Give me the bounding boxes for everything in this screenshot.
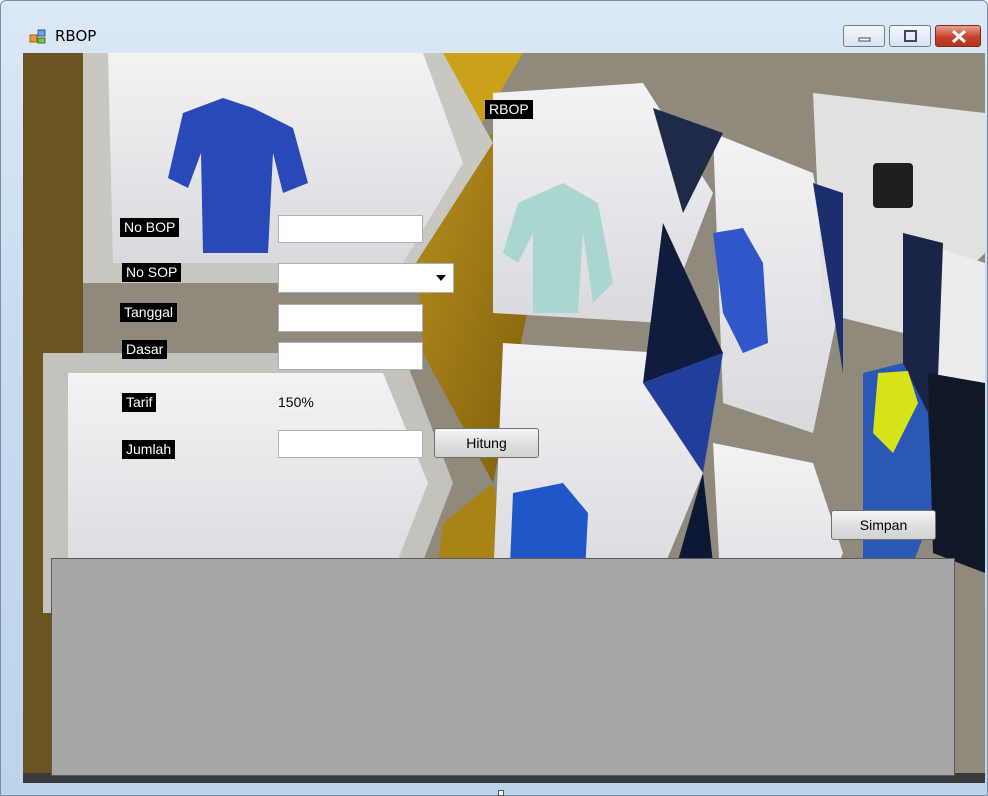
tarif-value: 150% [274, 393, 318, 412]
app-window: RBOP RBOP No BOP No SOP Tanggal Dasar Ta… [0, 0, 988, 796]
jumlah-label: Jumlah [122, 440, 176, 459]
tanggal-input[interactable] [278, 304, 423, 332]
form-heading: RBOP [485, 100, 533, 119]
winforms-app-icon [29, 29, 46, 44]
jumlah-input[interactable] [278, 430, 423, 458]
close-icon [951, 29, 967, 44]
no-sop-combobox[interactable] [278, 263, 454, 293]
close-button[interactable] [935, 25, 981, 47]
maximize-icon [904, 30, 917, 42]
tarif-label: Tarif [122, 393, 157, 412]
maximize-button[interactable] [889, 25, 931, 47]
no-sop-label: No SOP [122, 263, 182, 282]
no-bop-label: No BOP [120, 218, 180, 237]
hitung-button[interactable]: Hitung [434, 428, 539, 458]
tanggal-label: Tanggal [120, 303, 178, 322]
simpan-button[interactable]: Simpan [831, 510, 936, 540]
dasar-label: Dasar [122, 340, 168, 359]
chevron-down-icon[interactable] [436, 275, 446, 281]
title-bar[interactable]: RBOP [1, 1, 987, 53]
dasar-input[interactable] [278, 342, 423, 370]
minimize-icon [858, 37, 871, 42]
window-title: RBOP [55, 27, 97, 45]
data-grid[interactable] [51, 558, 955, 776]
resize-handle[interactable] [498, 790, 504, 796]
form-client-area: RBOP No BOP No SOP Tanggal Dasar Tarif 1… [23, 53, 985, 783]
minimize-button[interactable] [843, 25, 885, 47]
no-bop-input[interactable] [278, 215, 423, 243]
